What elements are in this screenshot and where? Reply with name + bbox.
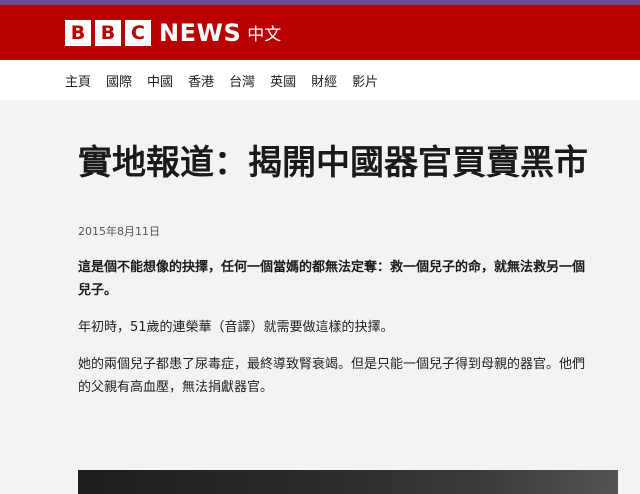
brand-chinese-label[interactable]: 中文 <box>247 20 281 45</box>
nav-item-finance[interactable]: 財經 <box>311 71 337 90</box>
bbc-logo-block: B <box>95 19 121 46</box>
nav-item-china[interactable]: 中國 <box>147 71 173 90</box>
article-headline: 實地報道：揭開中國器官買賣黑市 <box>78 143 588 183</box>
nav-item-home[interactable]: 主頁 <box>65 71 91 90</box>
article-paragraph: 她的兩個兒子都患了尿毒症，最終導致腎衰竭。但是只能一個兒子得到母親的器官。他們的… <box>78 357 586 395</box>
nav-item-video[interactable]: 影片 <box>352 71 378 90</box>
bbc-logo[interactable]: B B C <box>65 19 151 46</box>
article-date: 2015年8月11日 <box>78 225 160 238</box>
article-lead: 這是個不能想像的抉擇，任何一個當媽的都無法定奪：救一個兒子的命，就無法救另一個兒… <box>78 260 586 298</box>
nav-item-uk[interactable]: 英國 <box>270 71 296 90</box>
brand-news-label[interactable]: NEWS <box>159 19 241 47</box>
article-image <box>78 470 618 494</box>
article: 實地報道：揭開中國器官買賣黑市 2015年8月11日 這是個不能想像的抉擇，任何… <box>78 101 618 412</box>
nav-item-international[interactable]: 國際 <box>106 71 132 90</box>
main-nav: 主頁 國際 中國 香港 台灣 英國 財經 影片 <box>0 60 640 100</box>
nav-item-taiwan[interactable]: 台灣 <box>229 71 255 90</box>
masthead: B B C NEWS 中文 <box>0 5 640 60</box>
nav-item-hongkong[interactable]: 香港 <box>188 71 214 90</box>
bbc-logo-block: C <box>125 19 151 46</box>
bbc-logo-block: B <box>65 19 91 46</box>
article-paragraph: 年初時，51歲的連榮華（音譯）就需要做這樣的抉擇。 <box>78 320 394 335</box>
